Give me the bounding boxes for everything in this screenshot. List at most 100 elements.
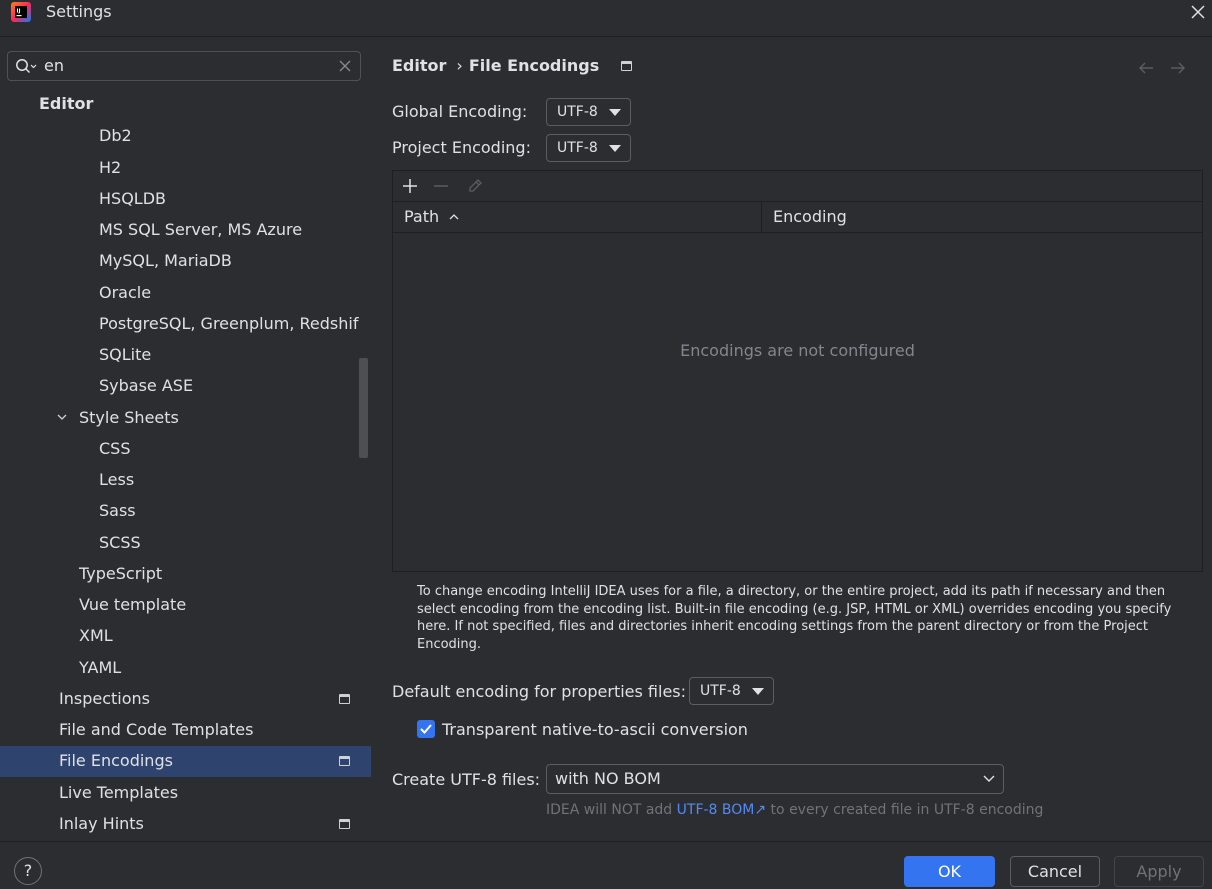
- project-level-icon: [339, 694, 350, 704]
- sidebar-item-label: Style Sheets: [79, 408, 179, 427]
- sidebar-item-label: CSS: [99, 439, 131, 458]
- column-header-path[interactable]: Path: [393, 202, 762, 233]
- sidebar-item-typescript[interactable]: TypeScript: [0, 559, 371, 590]
- sidebar-item-mysql[interactable]: MySQL, MariaDB: [0, 246, 371, 277]
- settings-sidebar: en Editor Db2 H2 HSQLDB MS SQL Server, M…: [0, 38, 371, 841]
- sidebar-item-hsqldb[interactable]: HSQLDB: [0, 184, 371, 215]
- project-level-icon: [621, 61, 632, 71]
- sort-ascending-icon: [449, 214, 459, 220]
- sidebar-item-label: Sass: [99, 501, 136, 520]
- sidebar-item-label: Oracle: [99, 283, 152, 302]
- external-link-icon[interactable]: ↗: [754, 802, 766, 818]
- hint-suffix: to every created file in UTF-8 encoding: [766, 802, 1044, 818]
- native-to-ascii-label[interactable]: Transparent native-to-ascii conversion: [442, 720, 748, 739]
- sidebar-item-label: Less: [99, 470, 135, 489]
- sidebar-item-label: PostgreSQL, Greenplum, Redshif: [99, 314, 359, 333]
- sidebar-item-label: H2: [99, 158, 122, 177]
- sidebar-item-label: Vue template: [79, 595, 187, 614]
- checkmark-icon: [420, 724, 432, 734]
- sidebar-item-h2[interactable]: H2: [0, 153, 371, 184]
- apply-button[interactable]: Apply: [1114, 856, 1204, 887]
- breadcrumb: Editor › File Encodings: [392, 56, 599, 75]
- utf8-bom-link[interactable]: UTF-8 BOM: [677, 802, 755, 818]
- dialog-footer: ? OK Cancel Apply: [0, 841, 1212, 889]
- create-utf8-files-label: Create UTF-8 files:: [392, 770, 541, 789]
- sidebar-item-label: SCSS: [99, 533, 141, 552]
- back-arrow-icon[interactable]: [1137, 60, 1155, 76]
- column-header-label: Encoding: [773, 207, 847, 226]
- clear-icon[interactable]: [338, 59, 352, 73]
- sidebar-item-db2[interactable]: Db2: [0, 121, 371, 152]
- sidebar-item-label: MySQL, MariaDB: [99, 251, 232, 270]
- hint-prefix: IDEA will NOT add: [546, 802, 677, 818]
- sidebar-item-scss[interactable]: SCSS: [0, 528, 371, 559]
- create-utf8-files-dropdown[interactable]: with NO BOM: [546, 764, 1004, 794]
- sidebar-item-postgresql[interactable]: PostgreSQL, Greenplum, Redshif: [0, 309, 371, 340]
- title-bar: IJ Settings: [0, 0, 1212, 37]
- native-to-ascii-checkbox[interactable]: [417, 720, 435, 738]
- search-input[interactable]: en: [44, 56, 64, 75]
- sidebar-scrollbar[interactable]: [359, 358, 368, 458]
- chevron-down-icon[interactable]: [57, 413, 67, 421]
- sidebar-item-label: Db2: [99, 126, 132, 145]
- sidebar-item-vue-template[interactable]: Vue template: [0, 590, 371, 621]
- sidebar-item-label: HSQLDB: [99, 189, 166, 208]
- global-encoding-label: Global Encoding:: [392, 102, 528, 121]
- sidebar-item-inspections[interactable]: Inspections: [0, 684, 371, 715]
- sidebar-item-label: File and Code Templates: [59, 720, 254, 739]
- sidebar-item-editor[interactable]: Editor: [0, 89, 371, 120]
- dropdown-arrow-icon: [609, 145, 621, 152]
- sidebar-item-css[interactable]: CSS: [0, 434, 371, 465]
- search-field[interactable]: en: [7, 51, 361, 81]
- cancel-button[interactable]: Cancel: [1010, 856, 1100, 887]
- sidebar-item-label: MS SQL Server, MS Azure: [99, 220, 303, 239]
- sidebar-item-label: Sybase ASE: [99, 376, 194, 395]
- project-encoding-value: UTF-8: [557, 140, 598, 156]
- column-header-label: Path: [404, 207, 440, 226]
- remove-icon[interactable]: [432, 177, 450, 195]
- help-button[interactable]: ?: [14, 857, 42, 885]
- edit-icon[interactable]: [466, 177, 484, 195]
- sidebar-item-oracle[interactable]: Oracle: [0, 278, 371, 309]
- project-encoding-dropdown[interactable]: UTF-8: [546, 134, 631, 162]
- sidebar-item-xml[interactable]: XML: [0, 621, 371, 652]
- add-icon[interactable]: [401, 177, 419, 195]
- breadcrumb-parent[interactable]: Editor: [392, 56, 446, 75]
- sidebar-item-file-encodings[interactable]: File Encodings: [0, 746, 371, 777]
- sidebar-item-sass[interactable]: Sass: [0, 496, 371, 527]
- dropdown-arrow-icon: [752, 688, 764, 695]
- column-header-encoding[interactable]: Encoding: [762, 202, 1202, 233]
- sidebar-item-sqlite[interactable]: SQLite: [0, 340, 371, 371]
- sidebar-item-inlay-hints[interactable]: Inlay Hints: [0, 809, 371, 840]
- search-icon[interactable]: [15, 58, 37, 76]
- sidebar-item-style-sheets[interactable]: Style Sheets: [0, 403, 371, 434]
- settings-window: IJ Settings en Editor Db2 H2 HSQLDB MS S…: [0, 0, 1212, 889]
- project-level-icon: [339, 819, 350, 829]
- sidebar-item-live-templates[interactable]: Live Templates: [0, 778, 371, 809]
- project-level-icon: [339, 756, 350, 766]
- sidebar-item-sybase[interactable]: Sybase ASE: [0, 371, 371, 402]
- sidebar-item-file-and-code-templates[interactable]: File and Code Templates: [0, 715, 371, 746]
- close-icon[interactable]: [1188, 2, 1208, 22]
- intellij-idea-icon: IJ: [11, 2, 31, 22]
- sidebar-item-label: Live Templates: [59, 783, 179, 802]
- breadcrumb-separator: ›: [456, 56, 463, 75]
- sidebar-item-less[interactable]: Less: [0, 465, 371, 496]
- properties-encoding-dropdown[interactable]: UTF-8: [689, 677, 774, 705]
- forward-arrow-icon[interactable]: [1169, 60, 1187, 76]
- ok-button[interactable]: OK: [904, 856, 995, 887]
- global-encoding-value: UTF-8: [557, 104, 598, 120]
- dropdown-arrow-icon: [609, 109, 621, 116]
- sidebar-item-yaml[interactable]: YAML: [0, 653, 371, 684]
- global-encoding-dropdown[interactable]: UTF-8: [546, 98, 631, 126]
- table-toolbar: [393, 171, 1202, 202]
- project-encoding-label: Project Encoding:: [392, 138, 531, 157]
- sidebar-item-ms-sql-server[interactable]: MS SQL Server, MS Azure: [0, 215, 371, 246]
- sidebar-item-label: File Encodings: [59, 751, 173, 770]
- sidebar-item-label: Inlay Hints: [59, 814, 144, 833]
- encodings-table: Path Encoding Encodings are not configur…: [392, 170, 1203, 572]
- bom-hint: IDEA will NOT add UTF-8 BOM↗ to every cr…: [546, 802, 1043, 818]
- svg-text:IJ: IJ: [17, 9, 21, 15]
- sidebar-item-label: SQLite: [99, 345, 152, 364]
- table-empty-text: Encodings are not configured: [680, 341, 915, 360]
